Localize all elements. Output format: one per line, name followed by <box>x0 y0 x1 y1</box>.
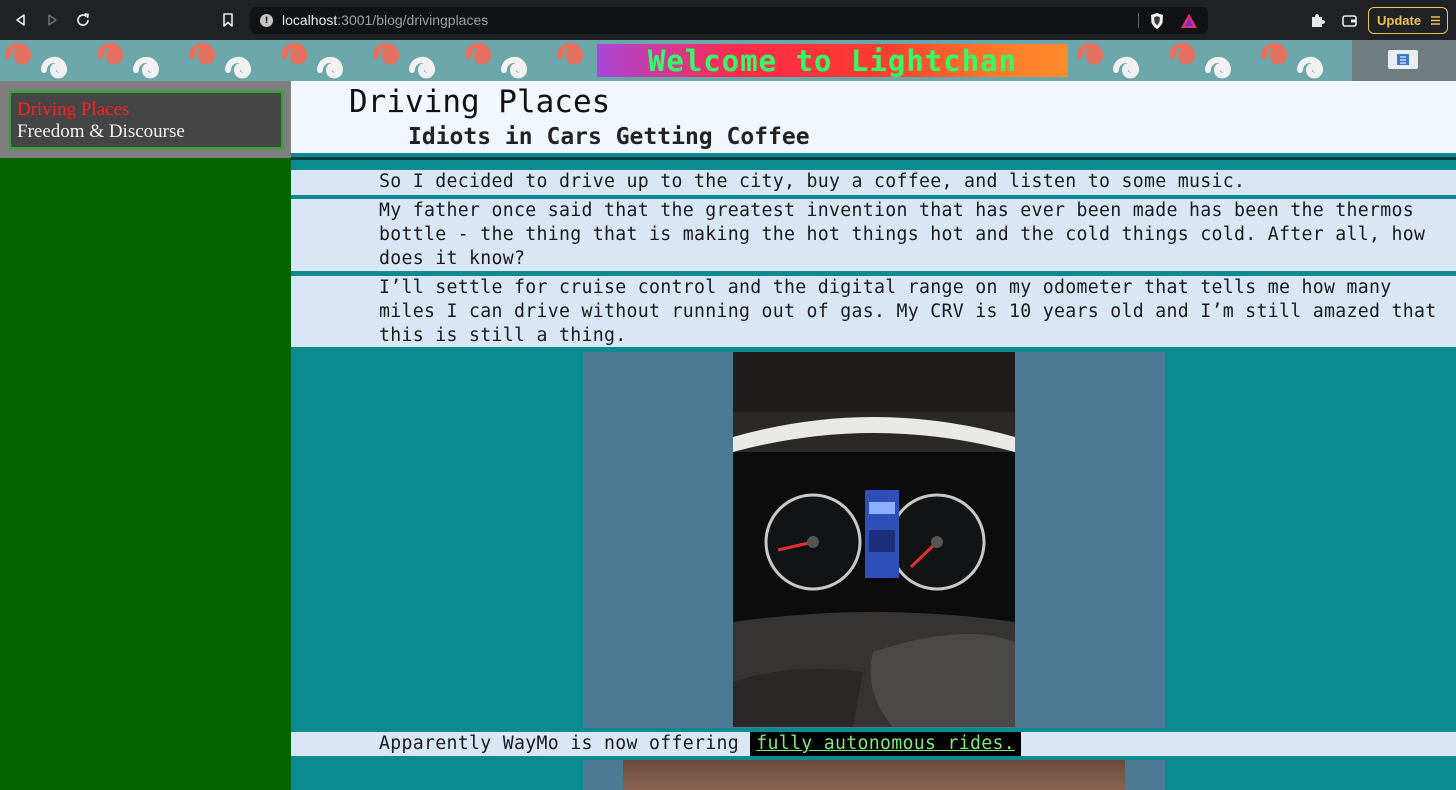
waymo-paragraph: Apparently WayMo is now offering fully a… <box>291 732 1456 756</box>
back-button[interactable] <box>9 8 33 32</box>
main-content: Driving Places Idiots in Cars Getting Co… <box>291 81 1456 790</box>
site-title: Welcome to Lightchan <box>597 44 1068 78</box>
reload-button[interactable] <box>71 8 95 32</box>
reload-icon <box>77 13 89 26</box>
brave-rewards-icon[interactable] <box>1180 12 1198 30</box>
post-title: Driving Places <box>349 84 611 120</box>
update-button[interactable]: Update <box>1368 7 1448 34</box>
address-bar[interactable]: ! localhost:3001/blog/drivingplaces <box>250 7 1208 34</box>
waymo-text: Apparently WayMo is now offering <box>379 733 751 754</box>
sidebar-header: Driving Places Freedom & Discourse <box>0 81 291 158</box>
bookmark-icon <box>223 13 233 27</box>
post-header: Driving Places Idiots in Cars Getting Co… <box>291 81 1456 153</box>
url-separator <box>1138 13 1139 28</box>
sidebar-nav: Driving Places Freedom & Discourse <box>9 91 283 149</box>
update-label: Update <box>1377 13 1422 28</box>
forward-icon <box>48 14 57 26</box>
post-subtitle: Idiots in Cars Getting Coffee <box>408 124 810 150</box>
wallet-button[interactable] <box>1337 8 1361 32</box>
second-photo-frame <box>583 760 1165 790</box>
banner-corner <box>1352 40 1456 81</box>
browser-toolbar: ! localhost:3001/blog/drivingplaces Upda… <box>0 0 1456 40</box>
sidebar-item-freedom-discourse[interactable]: Freedom & Discourse <box>17 121 275 143</box>
site-info-icon[interactable]: ! <box>260 14 273 27</box>
paragraph: I’ll settle for cruise control and the d… <box>291 276 1456 347</box>
url-host: localhost <box>282 12 338 28</box>
menu-icon <box>1431 16 1441 25</box>
paragraph: So I decided to drive up to the city, bu… <box>291 170 1456 195</box>
waymo-link-box: fully autonomous rides. <box>750 732 1021 756</box>
back-icon <box>16 14 25 26</box>
brave-shield-icon[interactable] <box>1148 12 1166 30</box>
divider <box>291 157 1456 160</box>
dashboard-photo-frame <box>583 352 1165 728</box>
url-path: :3001/blog/drivingplaces <box>337 12 489 28</box>
puzzle-icon <box>1311 13 1325 27</box>
dashboard-photo <box>733 352 1015 727</box>
wallet-icon <box>1341 14 1357 27</box>
flag-icon[interactable] <box>1388 50 1418 69</box>
waymo-link[interactable]: fully autonomous rides. <box>756 733 1015 754</box>
sidebar-item-driving-places[interactable]: Driving Places <box>17 99 275 121</box>
second-photo <box>623 760 1125 790</box>
url-text[interactable]: localhost:3001/blog/drivingplaces <box>282 12 488 28</box>
site-banner: Welcome to Lightchan <box>0 40 1456 81</box>
sidebar: Driving Places Freedom & Discourse <box>0 81 291 790</box>
paragraph: My father once said that the greatest in… <box>291 199 1456 271</box>
extensions-button[interactable] <box>1305 8 1329 32</box>
forward-button[interactable] <box>40 8 64 32</box>
bookmark-button[interactable] <box>216 8 240 32</box>
